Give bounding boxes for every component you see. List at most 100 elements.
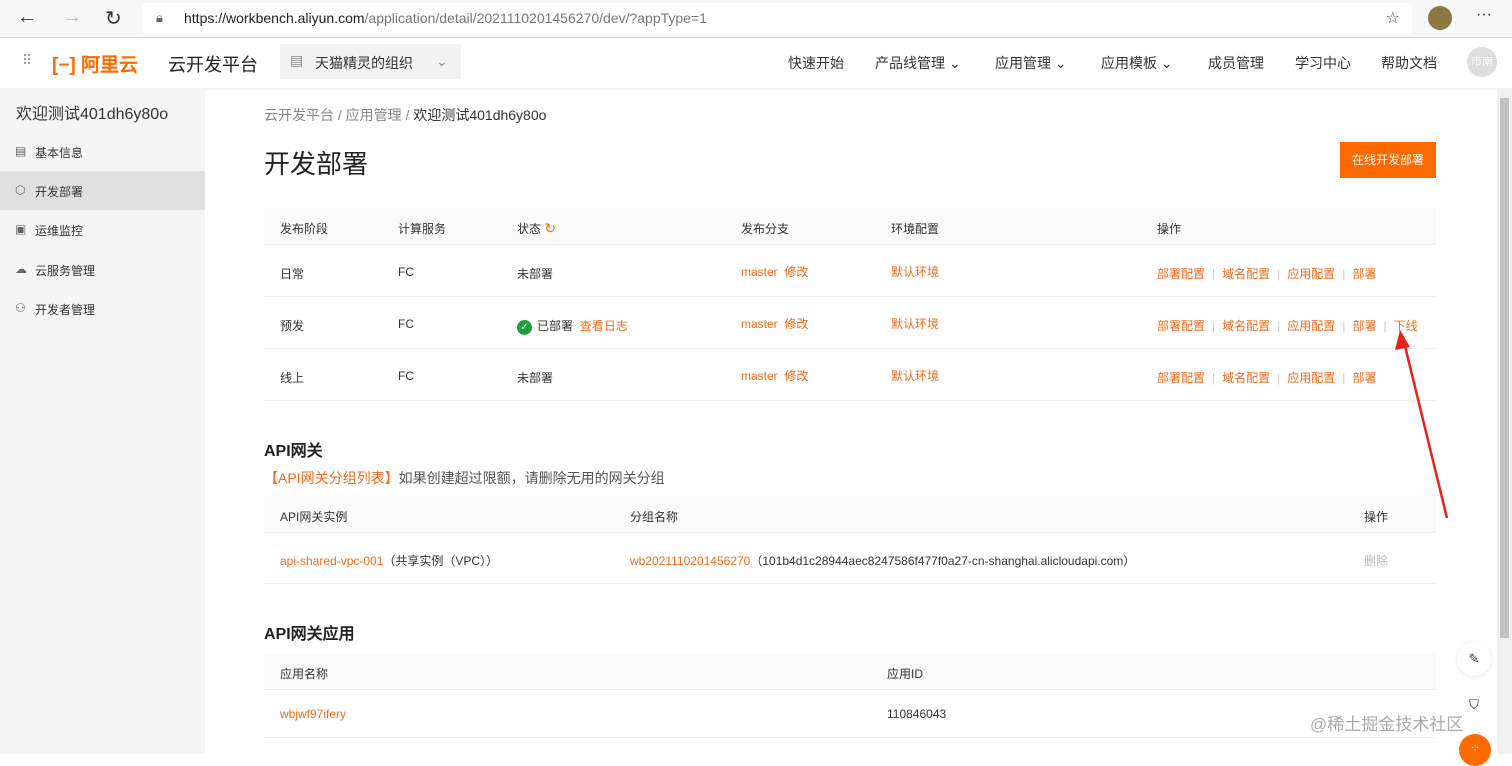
branch-link[interactable]: master <box>741 317 778 331</box>
user-avatar[interactable]: 市南 <box>1467 47 1497 77</box>
sidebar: 欢迎测试401dh6y80o ▤ 基本信息 ⬡ 开发部署 ▣ 运维监控 ☁ 云服务管理 … <box>0 88 205 754</box>
page-title: 开发部署 <box>264 149 369 179</box>
apps-grid-icon[interactable]: ⠿ <box>22 52 32 69</box>
scrollbar[interactable] <box>1497 88 1512 754</box>
org-name: 天猫精灵的组织 <box>315 55 413 71</box>
nav-members[interactable]: 成员管理 <box>1208 53 1264 73</box>
divider: | <box>1212 267 1216 281</box>
aliyun-logo[interactable]: [−] 阿里云 <box>52 50 138 77</box>
action-link[interactable]: 应用配置 <box>1287 319 1335 333</box>
column-header: 计算服务 <box>398 222 447 236</box>
branch-link[interactable]: master <box>741 369 778 383</box>
sidebar-item-dev-deploy[interactable]: ⬡ 开发部署 <box>0 171 205 210</box>
url-path: /application/detail/2021110201456270/dev… <box>364 10 707 26</box>
more-icon[interactable]: ··· <box>1476 6 1492 24</box>
scrollbar-thumb[interactable] <box>1500 98 1509 638</box>
actions-cell: 部署配置 | 域名配置 | 应用配置 | 部署 <box>1157 369 1376 386</box>
table-header: API网关实例 分组名称 操作 <box>264 496 1436 533</box>
sidebar-item-basic-info[interactable]: ▤ 基本信息 <box>0 132 205 171</box>
favorite-icon[interactable]: ☆ <box>1386 8 1400 28</box>
status-cell: 未部署 <box>517 267 554 281</box>
api-group-list-link[interactable]: 【API网关分组列表】 <box>264 470 399 486</box>
status-cell: 未部署 <box>517 371 554 385</box>
nav-product-line[interactable]: 产品线管理 ⌄ <box>875 53 961 73</box>
actions-cell: 部署配置 | 域名配置 | 应用配置 | 部署 <box>1157 265 1376 282</box>
divider: | <box>1342 267 1346 281</box>
nav-learning[interactable]: 学习中心 <box>1295 53 1351 73</box>
nav-quick-start[interactable]: 快速开始 <box>788 53 844 73</box>
breadcrumb-item[interactable]: 应用管理 <box>346 107 402 123</box>
api-gateway-table: API网关实例 分组名称 操作 api-shared-vpc-001（共享实例（… <box>264 496 1436 584</box>
back-icon[interactable]: ← <box>17 6 37 29</box>
online-deploy-button[interactable]: 在线开发部署 <box>1340 142 1436 178</box>
column-header: 应用名称 <box>280 667 329 681</box>
action-link[interactable]: 域名配置 <box>1222 319 1270 333</box>
delete-button[interactable]: 删除 <box>1364 552 1388 569</box>
chevron-down-icon: ⌄ <box>436 53 448 69</box>
feedback-icon[interactable]: ✎ <box>1457 642 1491 676</box>
breadcrumb-item[interactable]: 云开发平台 <box>264 107 334 123</box>
refresh-icon[interactable]: ↻ <box>544 220 556 236</box>
apps-float-icon[interactable]: ⁘ <box>1459 734 1491 766</box>
url-host: https://workbench.aliyun.com <box>184 10 365 26</box>
stage-cell: 线上 <box>280 371 305 385</box>
table-row: 线上 FC 未部署 master 修改 默认环境 部署配置 | 域名配置 | 应用配置 | 部署 <box>264 349 1436 401</box>
column-header: 分组名称 <box>630 510 679 524</box>
api-gateway-title: API网关 <box>264 443 323 460</box>
browser-toolbar: ← → ↻ 🔒︎ https://workbench.aliyun.com/ap… <box>0 0 1512 38</box>
stage-cell: 日常 <box>280 267 305 281</box>
table-row: api-shared-vpc-001（共享实例（VPC）） wb20211102… <box>264 533 1436 584</box>
cube-icon: ⬡ <box>15 183 26 197</box>
monitor-icon: ▣ <box>15 222 27 236</box>
action-link[interactable]: 域名配置 <box>1222 267 1270 281</box>
sidebar-item-monitoring[interactable]: ▣ 运维监控 <box>0 210 205 249</box>
lock-icon: 🔒︎ <box>156 10 163 25</box>
table-row: 日常 FC 未部署 master 修改 默认环境 部署配置 | 域名配置 | 应用配置 | 部署 <box>264 245 1436 297</box>
action-link[interactable]: 应用配置 <box>1287 371 1335 385</box>
group-link[interactable]: wb2021110201456270 <box>630 554 750 568</box>
edit-branch-link[interactable]: 修改 <box>784 369 808 383</box>
action-link[interactable]: 应用配置 <box>1287 267 1335 281</box>
column-header: API网关实例 <box>280 510 348 524</box>
nav-help-docs[interactable]: 帮助文档 <box>1381 53 1437 73</box>
nav-app-management[interactable]: 应用管理 ⌄ <box>995 53 1067 73</box>
env-config-link[interactable]: 默认环境 <box>891 263 939 280</box>
column-header: 状态 ↻ <box>517 220 557 236</box>
action-link[interactable]: 域名配置 <box>1222 371 1270 385</box>
column-header: 环境配置 <box>891 222 940 236</box>
view-log-link[interactable]: 查看日志 <box>580 319 628 333</box>
divider: | <box>1277 267 1281 281</box>
forward-icon[interactable]: → <box>62 6 82 29</box>
divider: | <box>1342 319 1346 333</box>
action-link[interactable]: 部署配置 <box>1157 319 1205 333</box>
action-link[interactable]: 部署 <box>1352 319 1376 333</box>
column-header: 应用ID <box>887 667 924 681</box>
api-gateway-note: 【API网关分组列表】如果创建超过限额，请删除无用的网关分组 <box>264 470 665 486</box>
action-link[interactable]: 部署配置 <box>1157 371 1205 385</box>
env-config-link[interactable]: 默认环境 <box>891 367 939 384</box>
env-config-link[interactable]: 默认环境 <box>891 315 939 332</box>
cloud-icon: ☁ <box>15 262 27 276</box>
instance-cell: api-shared-vpc-001（共享实例（VPC）） <box>280 554 499 568</box>
action-link[interactable]: 部署 <box>1352 371 1376 385</box>
action-link[interactable]: 部署配置 <box>1157 267 1205 281</box>
product-name: 云开发平台 <box>168 55 258 75</box>
edit-branch-link[interactable]: 修改 <box>784 317 808 331</box>
edit-branch-link[interactable]: 修改 <box>784 265 808 279</box>
address-bar[interactable]: 🔒︎ https://workbench.aliyun.com/applicat… <box>142 3 1412 34</box>
sidebar-item-developers[interactable]: ⚇ 开发者管理 <box>0 289 205 328</box>
sidebar-title: 欢迎测试401dh6y80o <box>16 106 169 123</box>
app-name-link[interactable]: wbjwf97ifery <box>280 707 346 721</box>
table-row: wbjwf97ifery 110846043 <box>264 690 1436 738</box>
divider: | <box>1212 371 1216 385</box>
branch-link[interactable]: master <box>741 265 778 279</box>
action-link[interactable]: 部署 <box>1352 267 1376 281</box>
org-selector[interactable]: ▤ 天猫精灵的组织 ⌄ <box>280 44 461 79</box>
instance-link[interactable]: api-shared-vpc-001 <box>280 554 383 568</box>
nav-app-templates[interactable]: 应用模板 ⌄ <box>1101 53 1173 73</box>
compute-cell: FC <box>398 265 414 279</box>
profile-avatar[interactable] <box>1428 6 1452 30</box>
sidebar-item-cloud-services[interactable]: ☁ 云服务管理 <box>0 250 205 289</box>
app-id: 110846043 <box>887 707 947 721</box>
reload-icon[interactable]: ↻ <box>105 6 122 31</box>
